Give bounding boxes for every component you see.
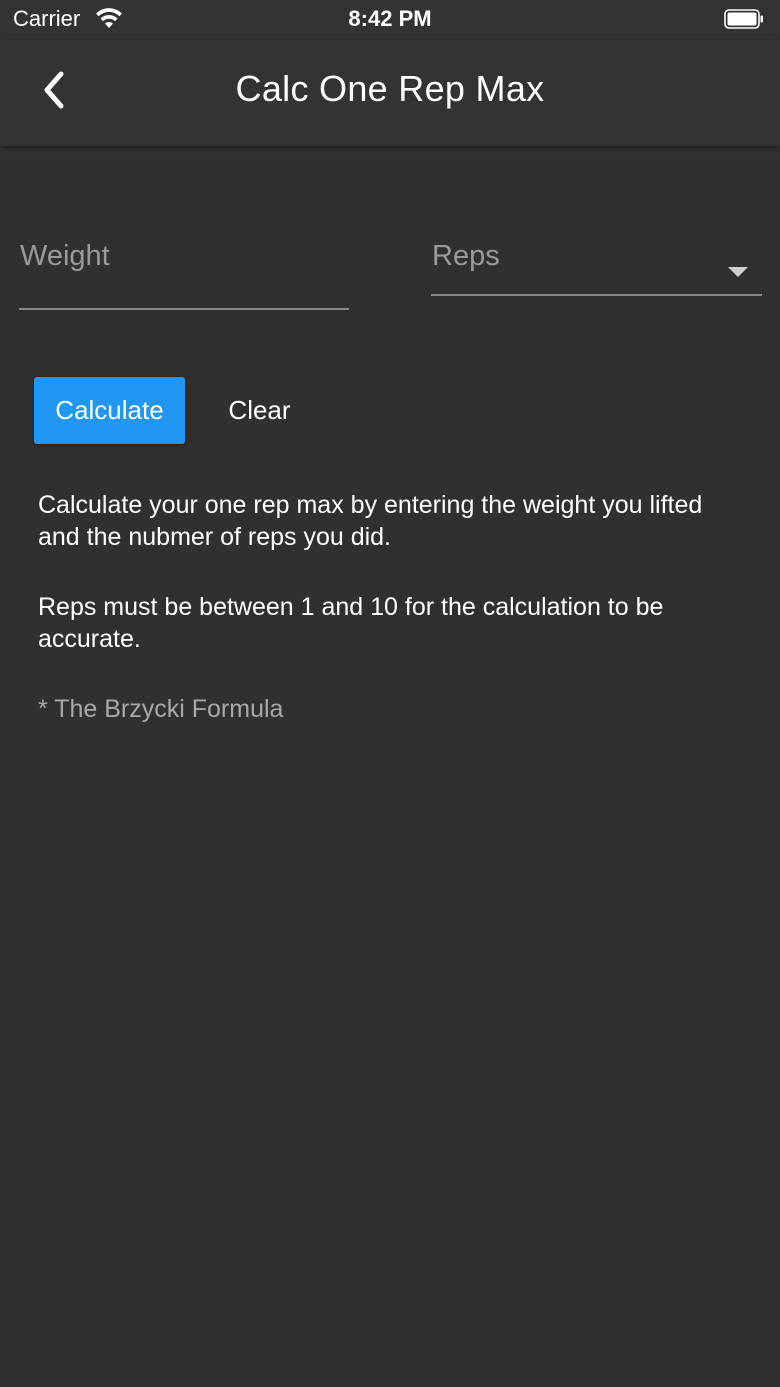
formula-footnote: * The Brzycki Formula: [38, 695, 284, 723]
reps-dropdown[interactable]: Reps: [431, 228, 762, 296]
battery-icon: [724, 9, 763, 29]
status-time: 8:42 PM: [348, 6, 432, 31]
status-bar: Carrier 8:42 PM: [0, 0, 780, 40]
reps-range-text: Reps must be between 1 and 10 for the ca…: [38, 593, 664, 653]
weight-field: [19, 228, 349, 312]
instructions-text: Calculate your one rep max by entering t…: [38, 491, 703, 551]
dropdown-arrow-icon: [728, 267, 748, 277]
clear-button[interactable]: Clear: [203, 377, 316, 444]
screen: Carrier 8:42 PM Calc One Rep Max Reps Ca…: [0, 0, 780, 1387]
reps-hint: Reps: [432, 240, 500, 272]
page-title: Calc One Rep Max: [235, 68, 545, 109]
weight-input[interactable]: [19, 228, 349, 310]
calculate-button[interactable]: Calculate: [34, 377, 185, 444]
app-bar: Calc One Rep Max: [0, 40, 780, 146]
